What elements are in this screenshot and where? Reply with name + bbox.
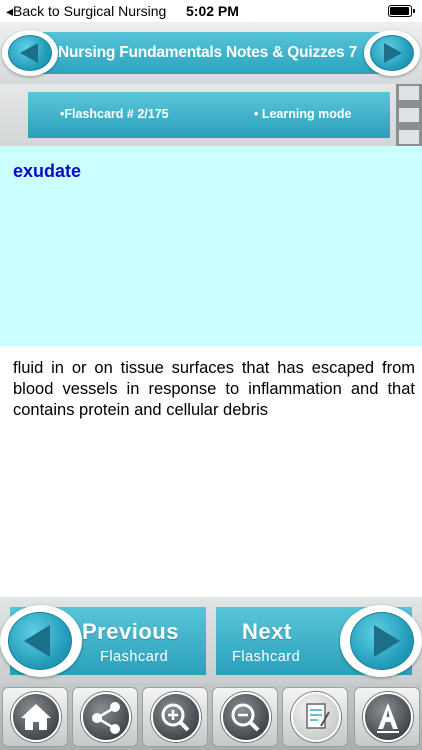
- arrow-left-icon: [20, 43, 38, 63]
- home-button[interactable]: [2, 687, 68, 747]
- font-icon: [377, 703, 399, 733]
- next-sublabel: Flashcard: [232, 649, 301, 665]
- app-header: Nursing Fundamentals Notes & Quizzes 7: [0, 22, 422, 84]
- flashcard-info-bar: •Flashcard # 2/175 • Learning mode: [28, 92, 390, 138]
- share-button[interactable]: [72, 687, 138, 747]
- next-arrow-button[interactable]: [340, 605, 422, 677]
- arrow-left-icon: [24, 625, 50, 657]
- battery-icon: [388, 5, 415, 17]
- arrow-right-icon: [374, 625, 400, 657]
- notes-icon: [306, 703, 330, 729]
- previous-arrow-button[interactable]: [0, 605, 82, 677]
- zoom-in-button[interactable]: [142, 687, 208, 747]
- status-time: 5:02 PM: [186, 3, 239, 19]
- notes-button[interactable]: [282, 687, 348, 747]
- zoom-out-icon: [231, 703, 260, 732]
- font-button[interactable]: [354, 687, 420, 747]
- flashcard-counter: •Flashcard # 2/175: [60, 107, 169, 121]
- header-forward-button[interactable]: [364, 30, 420, 76]
- learning-mode-label: • Learning mode: [254, 107, 352, 121]
- flashcard-definition: fluid in or on tissue surfaces that has …: [13, 359, 415, 419]
- arrow-right-icon: [384, 43, 402, 63]
- previous-sublabel: Flashcard: [100, 649, 169, 665]
- bottom-toolbar: [0, 683, 422, 750]
- home-icon: [21, 704, 51, 730]
- flashcard-term-area[interactable]: exudate: [0, 146, 422, 346]
- flashcard-term: exudate: [13, 161, 82, 181]
- flashcard-navigation: Previous Flashcard Next Flashcard: [0, 597, 422, 683]
- header-back-button[interactable]: [2, 30, 58, 76]
- back-to-app-link[interactable]: ◂Back to Surgical Nursing: [6, 3, 166, 20]
- status-bar: ◂Back to Surgical Nursing 5:02 PM: [0, 0, 422, 22]
- share-icon: [92, 702, 120, 734]
- page-title: Nursing Fundamentals Notes & Quizzes 7: [58, 44, 358, 61]
- zoom-out-button[interactable]: [212, 687, 278, 747]
- back-label: Back to Surgical Nursing: [13, 3, 167, 19]
- back-chevron-icon: ◂: [6, 3, 14, 19]
- previous-label: Previous: [82, 619, 179, 644]
- filmstrip-icon[interactable]: [396, 84, 422, 146]
- next-label: Next: [242, 619, 292, 644]
- battery-fill: [390, 7, 409, 15]
- flashcard-info-zone: •Flashcard # 2/175 • Learning mode: [0, 84, 422, 146]
- zoom-in-icon: [161, 703, 190, 732]
